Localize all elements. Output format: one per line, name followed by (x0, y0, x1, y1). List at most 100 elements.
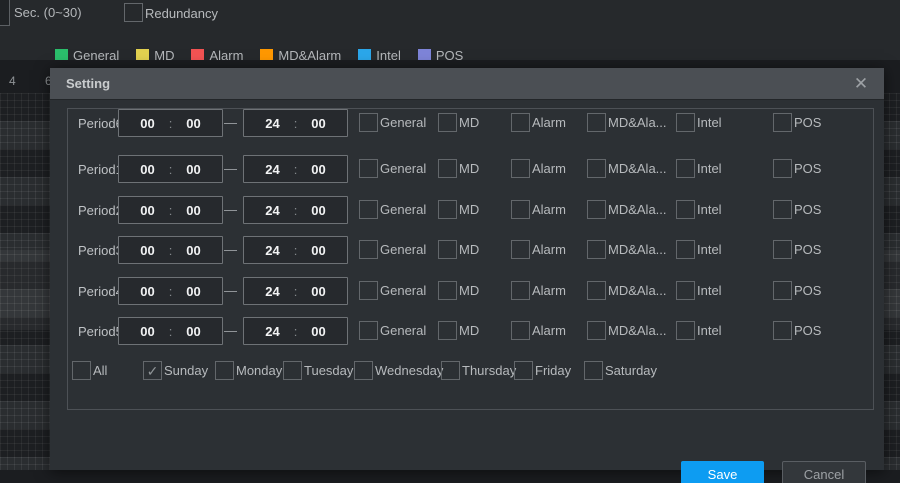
start-hour-value[interactable]: 00 (131, 203, 165, 218)
checkbox-box[interactable]: ✓ (587, 113, 606, 132)
day-checkbox-7[interactable]: ✓ Saturday (584, 361, 657, 380)
period-0-md-alarm-checkbox[interactable]: ✓ MD&Ala... (587, 159, 667, 178)
period-5-pos-checkbox[interactable]: ✓ POS (773, 113, 821, 132)
period-0-md-checkbox[interactable]: ✓ MD (438, 159, 479, 178)
checkbox-box[interactable]: ✓ (511, 240, 530, 259)
period-2-general-checkbox[interactable]: ✓ General (359, 240, 426, 259)
checkbox-box[interactable]: ✓ (438, 240, 457, 259)
checkbox-box[interactable]: ✓ (72, 361, 91, 380)
checkbox-box[interactable]: ✓ (587, 321, 606, 340)
period-0-pos-checkbox[interactable]: ✓ POS (773, 159, 821, 178)
day-checkbox-0[interactable]: ✓ All (72, 361, 107, 380)
pre-record-seconds-input[interactable] (0, 0, 10, 26)
start-minute-value[interactable]: 00 (177, 284, 211, 299)
checkbox-box[interactable]: ✓ (215, 361, 234, 380)
day-checkbox-2[interactable]: ✓ Monday (215, 361, 282, 380)
checkbox-box[interactable]: ✓ (587, 281, 606, 300)
period-3-general-checkbox[interactable]: ✓ General (359, 281, 426, 300)
checkbox-box[interactable]: ✓ (514, 361, 533, 380)
checkbox-box[interactable]: ✓ (438, 321, 457, 340)
checkbox-box[interactable]: ✓ (438, 113, 457, 132)
checkbox-box[interactable]: ✓ (438, 159, 457, 178)
end-hour-value[interactable]: 24 (256, 116, 290, 131)
checkbox-box[interactable]: ✓ (359, 281, 378, 300)
checkbox-box[interactable]: ✓ (584, 361, 603, 380)
checkbox-box[interactable]: ✓ (359, 200, 378, 219)
checkbox-box[interactable]: ✓ (283, 361, 302, 380)
checkbox-box[interactable]: ✓ (676, 281, 695, 300)
checkbox-box[interactable]: ✓ (773, 240, 792, 259)
period-4-general-checkbox[interactable]: ✓ General (359, 321, 426, 340)
checkbox-box[interactable]: ✓ (587, 240, 606, 259)
checkbox-box[interactable]: ✓ (773, 159, 792, 178)
period-0-start-time-input[interactable]: 00 : 00 (118, 155, 223, 183)
end-minute-value[interactable]: 00 (302, 203, 336, 218)
checkbox-box[interactable]: ✓ (441, 361, 460, 380)
end-hour-value[interactable]: 24 (256, 203, 290, 218)
start-minute-value[interactable]: 00 (177, 162, 211, 177)
period-4-alarm-checkbox[interactable]: ✓ Alarm (511, 321, 566, 340)
period-4-intel-checkbox[interactable]: ✓ Intel (676, 321, 722, 340)
start-hour-value[interactable]: 00 (131, 162, 165, 177)
period-0-end-time-input[interactable]: 24 : 00 (243, 155, 348, 183)
period-4-pos-checkbox[interactable]: ✓ POS (773, 321, 821, 340)
period-0-general-checkbox[interactable]: ✓ General (359, 159, 426, 178)
period-4-md-checkbox[interactable]: ✓ MD (438, 321, 479, 340)
period-3-md-alarm-checkbox[interactable]: ✓ MD&Ala... (587, 281, 667, 300)
checkbox-box[interactable]: ✓ (773, 113, 792, 132)
period-1-end-time-input[interactable]: 24 : 00 (243, 196, 348, 224)
period-5-end-time-input[interactable]: 24 : 00 (243, 109, 348, 137)
checkbox-box[interactable]: ✓ (676, 321, 695, 340)
start-minute-value[interactable]: 00 (177, 203, 211, 218)
period-2-pos-checkbox[interactable]: ✓ POS (773, 240, 821, 259)
start-minute-value[interactable]: 00 (177, 116, 211, 131)
period-3-start-time-input[interactable]: 00 : 00 (118, 277, 223, 305)
checkbox-box[interactable]: ✓ (676, 159, 695, 178)
period-1-md-checkbox[interactable]: ✓ MD (438, 200, 479, 219)
checkbox-box[interactable]: ✓ (773, 321, 792, 340)
period-5-intel-checkbox[interactable]: ✓ Intel (676, 113, 722, 132)
period-5-md-alarm-checkbox[interactable]: ✓ MD&Ala... (587, 113, 667, 132)
end-hour-value[interactable]: 24 (256, 243, 290, 258)
checkbox-box[interactable]: ✓ (438, 200, 457, 219)
start-hour-value[interactable]: 00 (131, 284, 165, 299)
period-3-md-checkbox[interactable]: ✓ MD (438, 281, 479, 300)
period-1-start-time-input[interactable]: 00 : 00 (118, 196, 223, 224)
start-hour-value[interactable]: 00 (131, 116, 165, 131)
start-hour-value[interactable]: 00 (131, 243, 165, 258)
save-button[interactable]: Save (681, 461, 764, 483)
end-hour-value[interactable]: 24 (256, 284, 290, 299)
day-checkbox-3[interactable]: ✓ Tuesday (283, 361, 353, 380)
checkbox-box[interactable]: ✓ (143, 361, 162, 380)
checkbox-box[interactable]: ✓ (359, 321, 378, 340)
day-checkbox-6[interactable]: ✓ Friday (514, 361, 571, 380)
checkbox-box[interactable]: ✓ (511, 281, 530, 300)
close-icon[interactable]: ✕ (850, 73, 872, 95)
cancel-button[interactable]: Cancel (782, 461, 866, 483)
period-2-end-time-input[interactable]: 24 : 00 (243, 236, 348, 264)
day-checkbox-1[interactable]: ✓ Sunday (143, 361, 208, 380)
day-checkbox-5[interactable]: ✓ Thursday (441, 361, 516, 380)
period-1-pos-checkbox[interactable]: ✓ POS (773, 200, 821, 219)
checkbox-box[interactable]: ✓ (511, 321, 530, 340)
day-checkbox-4[interactable]: ✓ Wednesday (354, 361, 443, 380)
checkbox-box[interactable]: ✓ (438, 281, 457, 300)
period-1-md-alarm-checkbox[interactable]: ✓ MD&Ala... (587, 200, 667, 219)
checkbox-box[interactable]: ✓ (511, 113, 530, 132)
end-minute-value[interactable]: 00 (302, 162, 336, 177)
period-1-intel-checkbox[interactable]: ✓ Intel (676, 200, 722, 219)
period-4-end-time-input[interactable]: 24 : 00 (243, 317, 348, 345)
checkbox-box[interactable]: ✓ (359, 113, 378, 132)
period-2-intel-checkbox[interactable]: ✓ Intel (676, 240, 722, 259)
period-1-general-checkbox[interactable]: ✓ General (359, 200, 426, 219)
checkbox-box[interactable]: ✓ (354, 361, 373, 380)
start-minute-value[interactable]: 00 (177, 243, 211, 258)
checkbox-box[interactable]: ✓ (359, 240, 378, 259)
start-minute-value[interactable]: 00 (177, 324, 211, 339)
end-minute-value[interactable]: 00 (302, 116, 336, 131)
period-4-md-alarm-checkbox[interactable]: ✓ MD&Ala... (587, 321, 667, 340)
end-minute-value[interactable]: 00 (302, 284, 336, 299)
end-hour-value[interactable]: 24 (256, 162, 290, 177)
checkbox-box[interactable]: ✓ (676, 200, 695, 219)
checkbox-box[interactable]: ✓ (587, 159, 606, 178)
